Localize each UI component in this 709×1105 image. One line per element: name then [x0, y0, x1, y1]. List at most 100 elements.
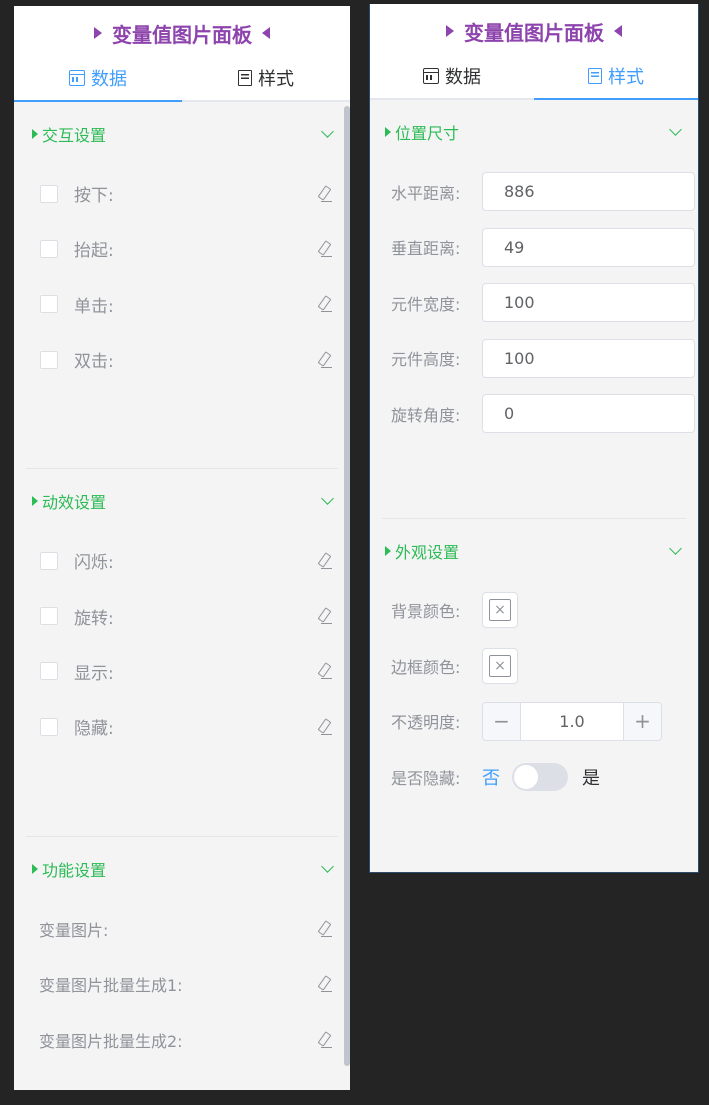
calendar-icon [69, 70, 85, 86]
animation-settings-header[interactable]: 动效设置 [14, 469, 350, 533]
item-label: 旋转: [74, 608, 114, 629]
right-property-panel: 变量值图片面板 数据 样式 位置尺寸 水平距离: 886 垂直距离: 49 元件… [369, 4, 699, 873]
toggle-knob [514, 764, 538, 789]
tab-data[interactable]: 数据 [14, 58, 182, 102]
panel-title-text: 变量值图片面板 [112, 22, 252, 47]
triangle-right-icon [32, 864, 38, 875]
vertical-distance-input[interactable]: 49 [482, 227, 695, 267]
item-label: 抬起: [74, 241, 114, 262]
rotation-input[interactable]: 0 [482, 394, 695, 434]
edit-icon[interactable] [316, 553, 332, 569]
triangle-right-icon [32, 129, 38, 139]
edit-icon[interactable] [316, 296, 332, 313]
list-item: 变量图片批量生成2: [14, 1012, 350, 1067]
section-title: 位置尺寸 [395, 124, 460, 143]
blink-checkbox[interactable] [40, 551, 58, 570]
hidden-toggle[interactable] [512, 762, 568, 791]
triangle-right-icon [446, 25, 454, 37]
increment-button[interactable]: + [623, 702, 661, 740]
field-label: 旋转角度: [391, 405, 461, 425]
item-label: 闪烁: [74, 553, 114, 574]
tab-data[interactable]: 数据 [370, 56, 534, 96]
edit-icon[interactable] [316, 608, 332, 625]
width-input[interactable]: 100 [482, 283, 695, 323]
release-checkbox[interactable] [40, 239, 58, 258]
list-item: 旋转: [14, 588, 350, 643]
edit-icon[interactable] [316, 663, 332, 680]
panel-title: 变量值图片面板 [370, 4, 698, 58]
triangle-right-icon [32, 496, 38, 507]
rotate-checkbox[interactable] [40, 607, 58, 626]
item-label: 双击: [74, 352, 114, 373]
item-label: 显示: [74, 663, 114, 684]
calendar-icon [423, 68, 439, 84]
item-label: 变量图片批量生成1: [39, 976, 183, 996]
edit-icon[interactable] [316, 241, 332, 257]
form-row: 不透明度: − 1.0 + [370, 694, 698, 750]
function-settings-header[interactable]: 功能设置 [14, 837, 350, 901]
background-color-picker[interactable]: × [482, 592, 518, 629]
section-title: 外观设置 [395, 542, 460, 562]
click-checkbox[interactable] [40, 295, 58, 314]
tab-style-label: 样式 [258, 69, 294, 90]
chevron-down-icon[interactable] [321, 860, 334, 874]
interaction-settings-header[interactable]: 交互设置 [14, 102, 350, 166]
form-row: 元件宽度: 100 [370, 275, 698, 331]
form-row: 元件高度: 100 [370, 331, 698, 387]
triangle-left-icon [614, 25, 622, 37]
opacity-input[interactable]: 1.0 [521, 703, 623, 740]
edit-icon[interactable] [316, 976, 332, 993]
chevron-down-icon[interactable] [669, 541, 682, 555]
list-item: 双击: [14, 332, 350, 387]
function-settings-section: 功能设置 变量图片: 变量图片批量生成1: 变量图片批量生成2: [14, 837, 350, 1067]
form-row: 垂直距离: 49 [370, 220, 698, 276]
chevron-down-icon[interactable] [321, 125, 334, 138]
field-label: 边框颜色: [391, 657, 461, 677]
tab-style[interactable]: 样式 [534, 56, 698, 100]
tab-data-label: 数据 [445, 67, 481, 88]
tab-data-label: 数据 [91, 69, 127, 90]
appearance-header[interactable]: 外观设置 [370, 519, 698, 583]
triangle-left-icon [262, 27, 270, 39]
item-label: 变量图片批量生成2: [39, 1031, 183, 1051]
list-item: 闪烁: [14, 533, 350, 588]
form-row: 边框颜色: × [370, 638, 698, 694]
chevron-down-icon[interactable] [669, 123, 682, 136]
list-item: 变量图片: [14, 901, 350, 956]
press-checkbox[interactable] [40, 184, 58, 203]
edit-icon[interactable] [316, 921, 332, 938]
height-input[interactable]: 100 [482, 338, 695, 378]
edit-icon[interactable] [316, 186, 332, 202]
show-checkbox[interactable] [40, 662, 58, 681]
animation-settings-section: 动效设置 闪烁: 旋转: 显示: 隐藏: [14, 469, 350, 838]
panel-title: 变量值图片面板 [14, 6, 350, 60]
field-label: 元件宽度: [391, 294, 461, 314]
item-label: 变量图片: [39, 921, 109, 941]
position-size-header[interactable]: 位置尺寸 [370, 100, 698, 164]
close-icon: × [489, 654, 511, 677]
list-item: 抬起: [14, 221, 350, 276]
field-label: 垂直距离: [391, 239, 461, 259]
hide-checkbox[interactable] [40, 717, 58, 736]
form-row: 背景颜色: × [370, 583, 698, 639]
switch-on-label: 是 [582, 767, 600, 789]
border-color-picker[interactable]: × [482, 647, 518, 684]
horizontal-distance-input[interactable]: 886 [482, 172, 695, 212]
chevron-down-icon[interactable] [321, 492, 334, 506]
item-label: 单击: [74, 296, 114, 317]
item-label: 按下: [74, 186, 114, 207]
decrement-button[interactable]: − [483, 702, 521, 740]
item-label: 隐藏: [74, 719, 114, 740]
tab-style[interactable]: 样式 [182, 58, 350, 98]
edit-icon[interactable] [316, 352, 332, 368]
double-click-checkbox[interactable] [40, 350, 58, 369]
edit-icon[interactable] [316, 719, 332, 735]
switch-off-label: 否 [482, 767, 500, 789]
edit-icon[interactable] [316, 1032, 332, 1048]
list-item: 变量图片批量生成1: [14, 957, 350, 1012]
interaction-settings-section: 交互设置 按下: 抬起: 单击: 双击: [14, 102, 350, 470]
list-item: 按下: [14, 166, 350, 221]
field-label: 背景颜色: [391, 602, 461, 622]
document-icon [238, 70, 252, 86]
scrollbar[interactable] [344, 106, 350, 1066]
